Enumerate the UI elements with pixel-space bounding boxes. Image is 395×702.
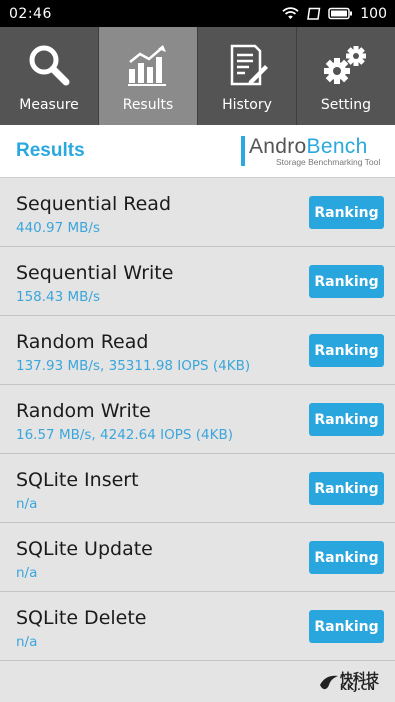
- result-name: Random Write: [16, 400, 151, 422]
- page-title: Results: [16, 140, 85, 161]
- ranking-button[interactable]: Ranking: [309, 334, 384, 367]
- bar-chart-icon: [124, 41, 172, 89]
- tab-results[interactable]: Results: [99, 27, 198, 125]
- logo-tagline: Storage Benchmarking Tool: [276, 157, 381, 167]
- logo-name-part1: Andro: [249, 135, 307, 158]
- result-value: 440.97 MB/s: [16, 220, 101, 236]
- logo-name: AndroBench: [249, 135, 368, 159]
- result-value: 137.93 MB/s, 35311.98 IOPS (4KB): [16, 358, 251, 374]
- ranking-button[interactable]: Ranking: [309, 472, 384, 505]
- tab-label: History: [222, 97, 272, 113]
- ranking-button[interactable]: Ranking: [309, 610, 384, 643]
- result-value: 16.57 MB/s, 4242.64 IOPS (4KB): [16, 427, 233, 443]
- tab-label: Results: [122, 97, 174, 113]
- result-name: SQLite Update: [16, 538, 153, 560]
- result-row-sqlite-update: SQLite Update n/a Ranking: [0, 523, 395, 592]
- battery-icon: [328, 7, 353, 20]
- signal-icon: [307, 7, 321, 20]
- results-header: Results AndroBench Storage Benchmarking …: [0, 125, 395, 178]
- wifi-icon: [282, 7, 299, 19]
- result-value: 158.43 MB/s: [16, 289, 101, 305]
- status-icons: 100: [282, 6, 387, 22]
- tab-measure[interactable]: Measure: [0, 27, 99, 125]
- result-name: Random Read: [16, 331, 149, 353]
- bird-logo-icon: [320, 675, 338, 690]
- result-row-random-write: Random Write 16.57 MB/s, 4242.64 IOPS (4…: [0, 385, 395, 454]
- result-name: SQLite Insert: [16, 469, 139, 491]
- logo-bar: [241, 136, 245, 166]
- results-list: Sequential Read 440.97 MB/s Ranking Sequ…: [0, 178, 395, 661]
- tab-label: Measure: [19, 97, 79, 113]
- status-bar: 02:46 100: [0, 0, 395, 27]
- watermark-subtext: KKJ.CN: [340, 683, 375, 693]
- result-name: Sequential Write: [16, 262, 174, 284]
- watermark: 快科技 KKJ.CN: [319, 668, 389, 696]
- logo-name-part2: Bench: [306, 135, 368, 158]
- result-value: n/a: [16, 496, 38, 512]
- result-row-sequential-read: Sequential Read 440.97 MB/s Ranking: [0, 178, 395, 247]
- main-tabbar: Measure Results History Setting: [0, 27, 395, 125]
- search-icon: [25, 41, 73, 89]
- result-row-random-read: Random Read 137.93 MB/s, 35311.98 IOPS (…: [0, 316, 395, 385]
- result-row-sqlite-delete: SQLite Delete n/a Ranking: [0, 592, 395, 661]
- result-name: Sequential Read: [16, 193, 172, 215]
- tab-history[interactable]: History: [198, 27, 297, 125]
- document-edit-icon: [223, 41, 271, 89]
- status-time: 02:46: [9, 5, 52, 22]
- result-value: n/a: [16, 565, 38, 581]
- tab-label: Setting: [320, 97, 372, 113]
- result-value: n/a: [16, 634, 38, 650]
- battery-percentage: 100: [360, 5, 387, 22]
- gears-icon: [322, 41, 370, 89]
- ranking-button[interactable]: Ranking: [309, 196, 384, 229]
- ranking-button[interactable]: Ranking: [309, 403, 384, 436]
- result-name: SQLite Delete: [16, 607, 147, 629]
- result-row-sqlite-insert: SQLite Insert n/a Ranking: [0, 454, 395, 523]
- ranking-button[interactable]: Ranking: [309, 541, 384, 574]
- androbench-logo: AndroBench Storage Benchmarking Tool: [241, 135, 381, 171]
- result-row-sequential-write: Sequential Write 158.43 MB/s Ranking: [0, 247, 395, 316]
- tab-setting[interactable]: Setting: [297, 27, 395, 125]
- ranking-button[interactable]: Ranking: [309, 265, 384, 298]
